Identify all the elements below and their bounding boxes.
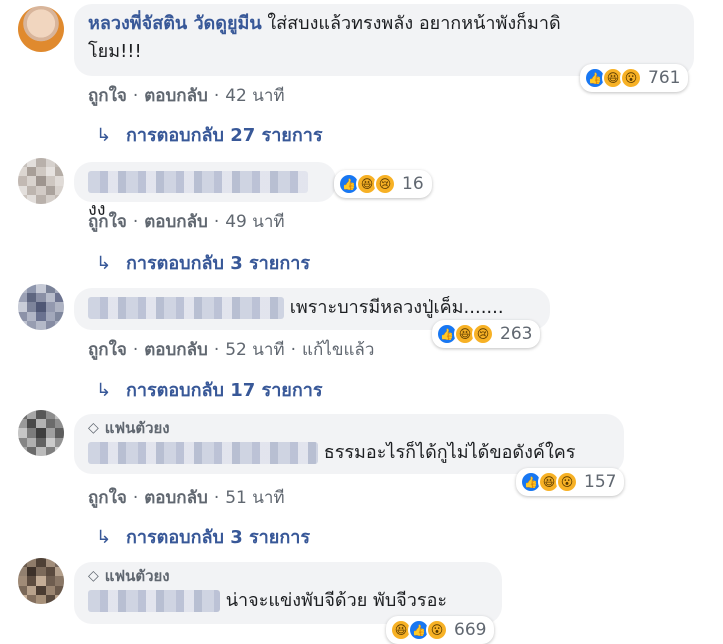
edited-label[interactable]: แก้ไขแล้ว [302,340,374,360]
reaction-count: 16 [402,174,424,194]
reply-arrow-icon: ↳ [96,380,112,401]
replies-label[interactable]: การตอบกลับ 17 รายการ [126,380,323,401]
comment-text: ใส่สบงแล้วทรงพลัง อยากหน้าพังก็มาดิ [267,13,561,34]
reply-arrow-icon: ↳ [96,125,112,146]
replies-label[interactable]: การตอบกลับ 3 รายการ [126,253,310,274]
avatar[interactable] [18,158,64,204]
avatar[interactable] [18,284,64,330]
like-link[interactable]: ถูกใจ [88,212,127,232]
view-replies-link[interactable]: ↳ การตอบกลับ 27 รายการ [96,120,323,149]
reaction-summary[interactable]: 👍 😆 😢 263 [432,320,541,348]
reply-link[interactable]: ตอบกลับ [144,86,208,106]
reaction-summary[interactable]: 😆 👍 😮 669 [386,616,495,644]
comment-time[interactable]: 49 นาที [225,212,284,232]
comment-text: โยม!!! [88,41,142,62]
reply-arrow-icon: ↳ [96,527,112,548]
blurred-author-name [88,297,284,319]
like-link[interactable]: ถูกใจ [88,340,127,360]
comment-actions: ถูกใจ · ตอบกลับ · 49 นาที [88,212,285,232]
view-replies-link[interactable]: ↳ การตอบกลับ 17 รายการ [96,375,323,404]
comment-time[interactable]: 42 นาที [225,86,284,106]
comment-actions: ถูกใจ · ตอบกลับ · 52 นาที · แก้ไขแล้ว [88,340,375,360]
reply-arrow-icon: ↳ [96,253,112,274]
like-link[interactable]: ถูกใจ [88,86,127,106]
reaction-count: 761 [648,68,681,88]
comment-text: ธรรมอะไรก็ได้กูไม่ได้ขอดังค์ใคร [323,442,576,463]
top-fan-badge: ◇ แฟนตัวยง [88,418,610,438]
comment-bubble: ◇ แฟนตัวยง น่าจะแข่งพับจีด้วย พับจีวรอะ [74,562,502,624]
view-replies-link[interactable]: ↳ การตอบกลับ 3 รายการ [96,248,310,277]
blurred-author-name [88,171,308,193]
badge-label: แฟนตัวยง [104,567,170,585]
badge-label: แฟนตัวยง [104,419,170,437]
comment-time[interactable]: 51 นาที [225,488,284,508]
reaction-summary[interactable]: 👍 😆 😢 16 [334,170,432,198]
reply-link[interactable]: ตอบกลับ [144,488,208,508]
comment-actions: ถูกใจ · ตอบกลับ · 51 นาที [88,488,285,508]
sad-icon: 😢 [374,173,396,195]
top-fan-badge: ◇ แฟนตัวยง [88,566,488,586]
reply-link[interactable]: ตอบกลับ [144,340,208,360]
comment-bubble: งง [74,162,336,220]
comment-text: น่าจะแข่งพับจีด้วย พับจีวรอะ [225,590,448,611]
comment-time[interactable]: 52 นาที [225,340,284,360]
avatar[interactable] [18,558,64,604]
comment-author[interactable]: หลวงพี่จัสติน วัดดูยูมีน [88,13,262,34]
reaction-summary[interactable]: 👍 😆 😮 157 [516,468,625,496]
diamond-icon: ◇ [88,420,99,436]
wow-icon: 😮 [426,619,448,641]
like-link[interactable]: ถูกใจ [88,488,127,508]
avatar[interactable] [18,6,64,52]
avatar[interactable] [18,410,64,456]
blurred-author-name [88,590,220,612]
replies-label[interactable]: การตอบกลับ 27 รายการ [126,125,323,146]
reaction-count: 263 [500,324,533,344]
reaction-count: 157 [584,472,617,492]
wow-icon: 😮 [556,471,578,493]
reaction-count: 669 [454,620,487,640]
reaction-summary[interactable]: 👍 😆 😮 761 [580,64,689,92]
comment-text: เพราะบารมีหลวงปู่เค็ม....... [289,297,504,318]
comment-bubble: ◇ แฟนตัวยง ธรรมอะไรก็ได้กูไม่ได้ขอดังค์ใ… [74,414,624,474]
diamond-icon: ◇ [88,568,99,584]
view-replies-link[interactable]: ↳ การตอบกลับ 3 รายการ [96,522,310,551]
wow-icon: 😮 [620,67,642,89]
sad-icon: 😢 [472,323,494,345]
replies-label[interactable]: การตอบกลับ 3 รายการ [126,527,310,548]
comment-actions: ถูกใจ · ตอบกลับ · 42 นาที [88,86,285,106]
blurred-author-name [88,442,318,464]
reply-link[interactable]: ตอบกลับ [144,212,208,232]
